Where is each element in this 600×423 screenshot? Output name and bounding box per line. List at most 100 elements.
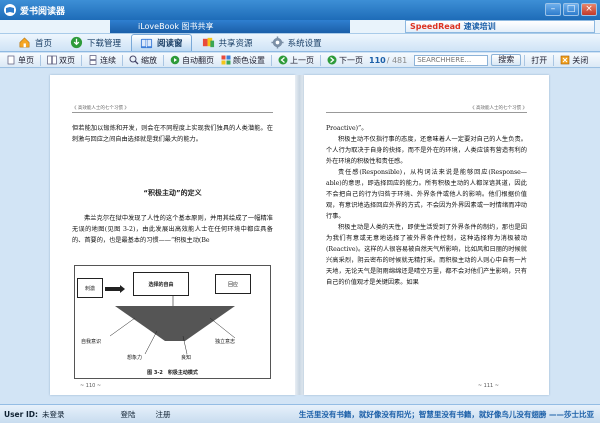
page-number: ~ 110 ~ — [80, 383, 102, 389]
ilovebook-banner-text: iLoveBook 图书共享 — [138, 22, 214, 31]
toolbar-divider — [524, 54, 526, 66]
toolbar-divider — [122, 54, 123, 66]
paragraph: Proactive)”。 — [326, 125, 368, 132]
minimize-button[interactable]: – — [545, 3, 561, 16]
book-page-left: 《 高效能人士的七个习惯 》 但若能加以锻炼和开发，则会在不同程度上实现我们独具… — [50, 75, 295, 395]
search-input[interactable] — [414, 54, 489, 66]
running-head: 《 高效能人士的七个习惯 》 — [72, 105, 273, 113]
tab-reader[interactable]: 阅读窗 — [131, 34, 192, 51]
maximize-button[interactable]: □ — [563, 3, 579, 16]
choice-freedom-box: 选择的自由 — [133, 272, 189, 296]
continuous-label: 连续 — [100, 55, 116, 65]
app-logo-icon — [4, 4, 16, 16]
search-button[interactable]: 搜索 — [491, 54, 522, 66]
prev-page-label: 上一页 — [290, 55, 314, 65]
tab-settings[interactable]: 系统设置 — [263, 34, 330, 51]
double-page-icon — [47, 55, 57, 65]
tab-shared[interactable]: 共享资源 — [194, 34, 261, 51]
auto-flip-button[interactable]: 自动翻页 — [167, 53, 217, 67]
page-text: 但若能加以锻炼和开发，则会在不同程度上实现我们独具的人类潜能。在刺激与回应之间自… — [72, 123, 273, 145]
total-pages: / 481 — [386, 55, 408, 65]
banner-strip: iLoveBook 图书共享 SpeedRead 速读培训 — [0, 20, 600, 34]
close-book-icon — [560, 55, 570, 65]
response-box: 回应 — [215, 274, 251, 294]
page-indicator[interactable]: 110 / 481 — [369, 56, 407, 65]
prev-page-button[interactable]: 上一页 — [275, 53, 317, 67]
page-text: 弗兰克尔在狱中发现了人性的这个基本原则，并用其绘成了一幅精准无误的地图(见图 3… — [72, 213, 273, 246]
main-nav: 首页 下载管理 阅读窗 共享资源 系统设置 — [0, 34, 600, 52]
reader-toolbar: 单页 双页 连续 缩放 自动翻页 颜色设置 上一页 下一页 110 / 481 … — [0, 53, 600, 68]
user-id-label: User ID: — [4, 409, 38, 419]
close-window-button[interactable]: × — [581, 3, 597, 16]
book-spine — [295, 75, 304, 395]
close-book-button[interactable]: 关闭 — [557, 53, 591, 67]
proactive-model-figure: 刺激 选择的自由 回应 自我意识 想象力 良知 独立意志 图 3-2 积极主动模… — [74, 265, 271, 379]
window-controls: – □ × — [545, 3, 597, 16]
tab-home-label: 首页 — [35, 38, 53, 49]
speedread-banner[interactable]: SpeedRead 速读培训 — [405, 20, 595, 33]
paragraph: 责任感(Responsible)，从构词法来说是能够回应(Response—ab… — [326, 169, 527, 220]
single-page-icon — [7, 55, 15, 65]
paragraph: 但若能加以锻炼和开发，则会在不同程度上实现我们独具的人类潜能。在刺激与回应之间自… — [72, 125, 273, 143]
close-book-label: 关闭 — [572, 55, 589, 65]
user-id-value: 未登录 — [41, 409, 65, 419]
tab-settings-label: 系统设置 — [287, 38, 322, 49]
book-page-right: 《 高效能人士的七个习惯 》 Proactive)”。 积极主动不仅指行事的态度… — [304, 75, 549, 395]
ilovebook-banner[interactable]: iLoveBook 图书共享 — [110, 20, 350, 33]
reader-area[interactable]: 《 高效能人士的七个习惯 》 但若能加以锻炼和开发，则会在不同程度上实现我们独具… — [0, 69, 600, 404]
toolbar-divider — [320, 54, 321, 66]
label-conscience: 良知 — [181, 355, 192, 361]
double-page-button[interactable]: 双页 — [44, 53, 78, 67]
tab-download[interactable]: 下载管理 — [62, 34, 129, 51]
tab-shared-label: 共享资源 — [218, 38, 253, 49]
current-page[interactable]: 110 — [369, 56, 386, 65]
paragraph: 积极主动不仅指行事的态度，还意味着人一定要对自己的人生负责。个人行为取决于自身的… — [326, 136, 527, 165]
open-button[interactable]: 打开 — [528, 53, 550, 67]
running-head: 《 高效能人士的七个习惯 》 — [326, 105, 527, 113]
book-icon — [140, 38, 153, 48]
tab-download-label: 下载管理 — [87, 38, 122, 49]
color-settings-button[interactable]: 颜色设置 — [218, 53, 268, 67]
paragraph: 积极主动是人类的天性，即使生活受到了外界条件的制约，那也是因为我们有意或无意地选… — [326, 224, 527, 286]
home-icon — [19, 37, 30, 48]
toolbar-divider — [163, 54, 164, 66]
next-page-button[interactable]: 下一页 — [324, 53, 366, 67]
tab-reader-label: 阅读窗 — [157, 39, 183, 49]
arrow-left-icon — [278, 55, 288, 65]
tab-home[interactable]: 首页 — [10, 34, 60, 51]
quote-marquee: 生活里没有书籍，就好像没有阳光；智慧里没有书籍，就好像鸟儿没有翅膀 ——莎士比亚 — [298, 409, 594, 419]
section-heading: “积极主动”的定义 — [143, 189, 202, 197]
zoom-button[interactable]: 缩放 — [126, 53, 160, 67]
arrow-right-icon — [327, 55, 337, 65]
paragraph: 弗兰克尔在狱中发现了人性的这个基本原则，并用其绘成了一幅精准无误的地图(见图 3… — [72, 215, 273, 244]
label-self-awareness: 自我意识 — [81, 339, 102, 345]
continuous-icon — [89, 55, 97, 65]
zoom-label: 缩放 — [141, 55, 157, 65]
window-title: 爱书阅读器 — [20, 6, 66, 17]
toolbar-divider — [40, 54, 41, 66]
register-link[interactable]: 注册 — [155, 409, 170, 420]
auto-flip-label: 自动翻页 — [182, 55, 214, 65]
single-page-button[interactable]: 单页 — [3, 53, 37, 67]
toolbar-divider — [271, 54, 272, 66]
download-icon — [70, 36, 83, 49]
single-page-label: 单页 — [18, 55, 34, 65]
toolbar-divider — [553, 54, 555, 66]
label-imagination: 想象力 — [127, 355, 143, 361]
open-label: 打开 — [531, 55, 548, 65]
continuous-button[interactable]: 连续 — [85, 53, 119, 67]
page-text: Proactive)”。 积极主动不仅指行事的态度，还意味着人一定要对自己的人生… — [326, 123, 527, 288]
gear-icon — [271, 36, 284, 49]
label-independent-will: 独立意志 — [215, 339, 236, 345]
color-settings-label: 颜色设置 — [233, 55, 265, 65]
login-link[interactable]: 登陆 — [120, 409, 135, 420]
palette-icon — [221, 55, 231, 65]
page-number: ~ 111 ~ — [477, 383, 499, 389]
double-page-label: 双页 — [59, 55, 75, 65]
toolbar-divider — [81, 54, 82, 66]
speedread-brand: SpeedRead — [410, 22, 461, 31]
next-page-label: 下一页 — [339, 55, 363, 65]
zoom-icon — [129, 55, 139, 65]
stimulus-box: 刺激 — [77, 278, 103, 298]
status-bar: User ID: 未登录 登陆 注册 生活里没有书籍，就好像没有阳光；智慧里没有… — [0, 404, 600, 423]
